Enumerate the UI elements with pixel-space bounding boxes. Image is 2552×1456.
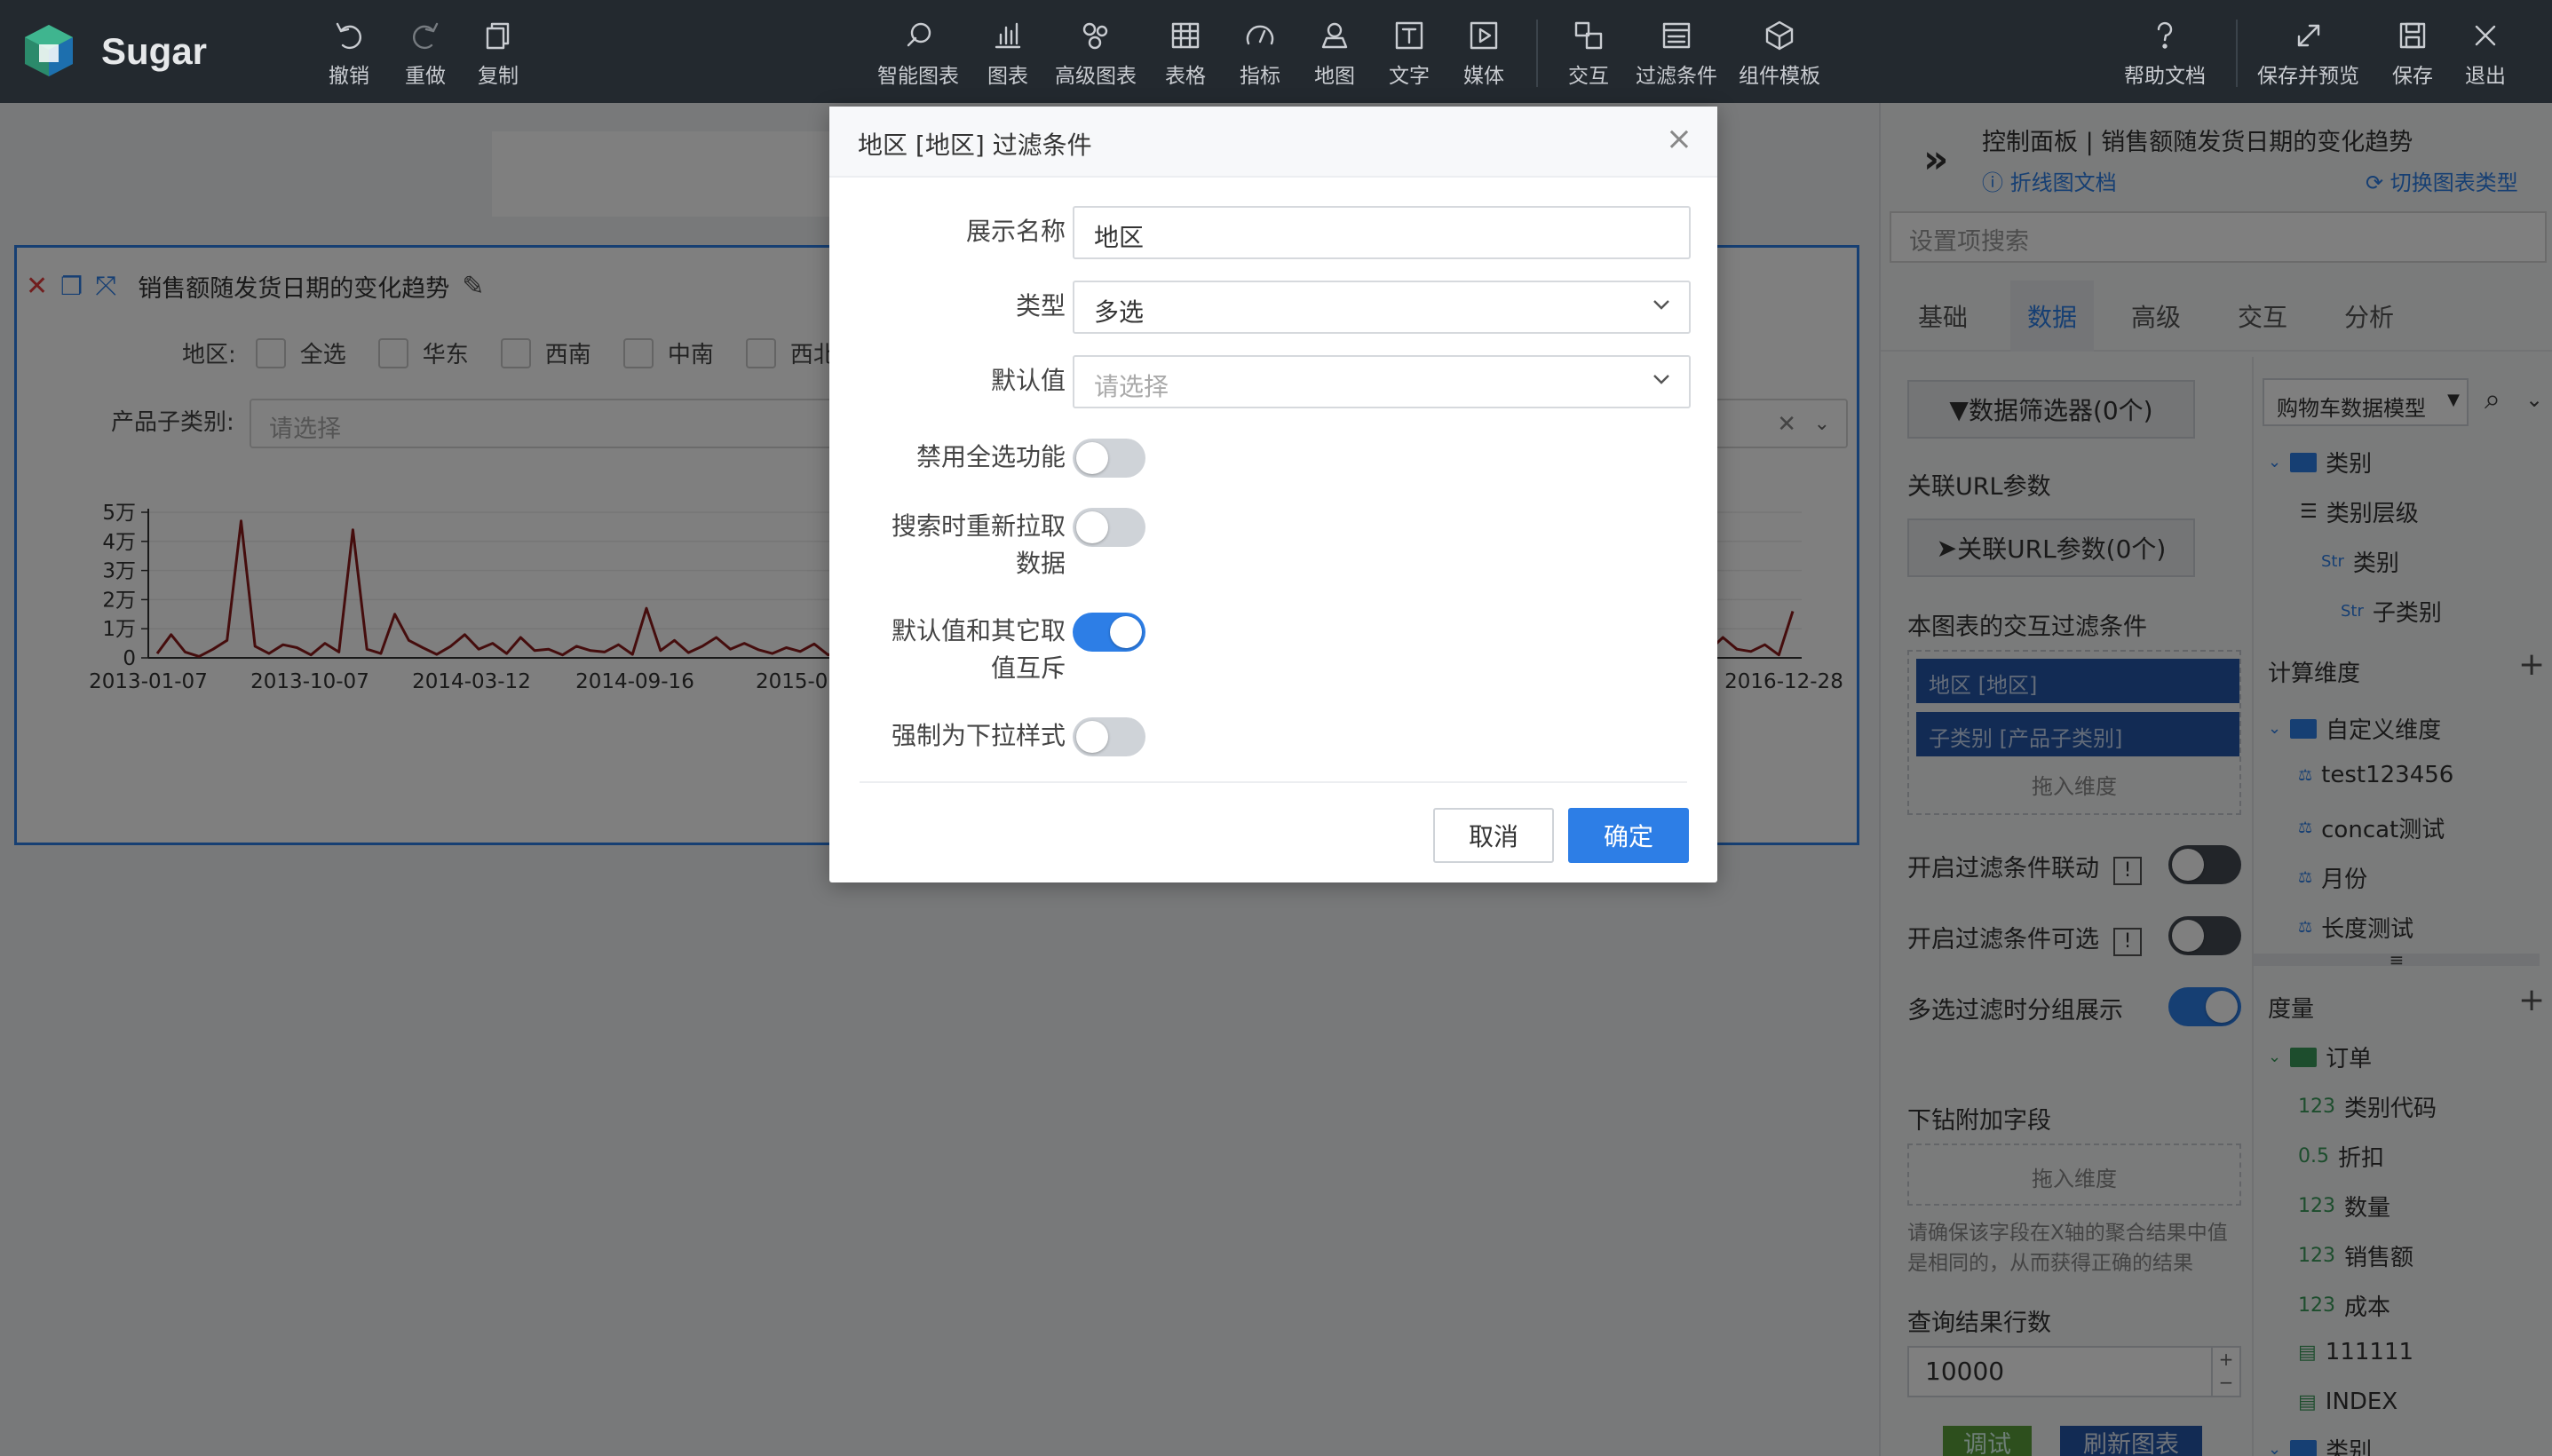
filter-list-icon: [1657, 16, 1696, 55]
dialog-header: 地区 [地区] 过滤条件 ×: [829, 107, 1717, 178]
undo-icon: [329, 16, 369, 55]
top-toolbar: Sugar 撤销 重做 复制 智能图表 图表 高级图表 表格 指标 地图 文字: [0, 0, 2552, 103]
text-icon: [1390, 16, 1429, 55]
copy-button[interactable]: 复制: [478, 16, 519, 92]
filter-button[interactable]: 过滤条件: [1636, 16, 1717, 92]
disable-select-all-toggle[interactable]: [1073, 439, 1145, 478]
brand-name: Sugar: [101, 30, 208, 72]
dialog-title: 地区 [地区] 过滤条件: [858, 131, 1092, 160]
default-value-select[interactable]: 请选择: [1073, 355, 1691, 408]
expand-icon: [2289, 16, 2328, 55]
redo-icon: [406, 16, 445, 55]
interaction-button[interactable]: 交互: [1568, 16, 1609, 92]
cancel-button[interactable]: 取消: [1433, 808, 1554, 863]
interaction-icon: [1569, 16, 1608, 55]
dialog-divider: [860, 781, 1687, 783]
map-pin-icon: [1315, 16, 1354, 55]
disable-select-all-label: 禁用全选功能: [915, 442, 1066, 471]
force-dropdown-toggle[interactable]: [1073, 717, 1145, 756]
save-button[interactable]: 保存: [2392, 16, 2433, 92]
undo-button[interactable]: 撤销: [329, 16, 369, 92]
component-template-button[interactable]: 组件模板: [1739, 16, 1820, 92]
toolbar-separator: [1536, 20, 1538, 87]
text-button[interactable]: 文字: [1389, 16, 1430, 92]
smart-chart-icon: [899, 16, 938, 55]
chevron-down-icon: [1653, 375, 1669, 384]
cube-icon: [1760, 16, 1799, 55]
save-icon: [2393, 16, 2432, 55]
close-icon: [2466, 16, 2505, 55]
bar-chart-icon: [988, 16, 1027, 55]
table-icon: [1166, 16, 1205, 55]
chevron-down-icon: [1653, 300, 1669, 310]
media-button[interactable]: 媒体: [1463, 16, 1504, 92]
question-icon: [2145, 16, 2184, 55]
table-button[interactable]: 表格: [1165, 16, 1206, 92]
default-value-label: 默认值: [990, 366, 1066, 395]
toolbar-separator: [2236, 20, 2238, 87]
help-doc-button[interactable]: 帮助文档: [2124, 16, 2206, 92]
copy-icon: [479, 16, 518, 55]
chart-button[interactable]: 图表: [987, 16, 1028, 92]
redo-button[interactable]: 重做: [405, 16, 446, 92]
gauge-icon: [1240, 16, 1280, 55]
filter-settings-dialog: 地区 [地区] 过滤条件 × 展示名称 地区 类型 多选 默认值 请选择 禁用全…: [829, 107, 1717, 882]
refetch-on-search-label: 搜索时重新拉取 数据: [891, 511, 1066, 578]
save-preview-button[interactable]: 保存并预览: [2257, 16, 2359, 92]
close-icon[interactable]: ×: [1666, 121, 1692, 157]
exit-button[interactable]: 退出: [2465, 16, 2506, 92]
mutual-exclusive-toggle[interactable]: [1073, 613, 1145, 652]
type-select[interactable]: 多选: [1073, 281, 1691, 334]
force-dropdown-label: 强制为下拉样式: [891, 721, 1066, 750]
advanced-chart-button[interactable]: 高级图表: [1055, 16, 1137, 92]
map-button[interactable]: 地图: [1314, 16, 1355, 92]
type-label: 类型: [1015, 291, 1066, 320]
smart-chart-button[interactable]: 智能图表: [877, 16, 959, 92]
play-icon: [1464, 16, 1503, 55]
indicator-button[interactable]: 指标: [1240, 16, 1280, 92]
confirm-button[interactable]: 确定: [1568, 808, 1689, 863]
display-name-label: 展示名称: [965, 217, 1066, 246]
mutual-exclusive-label: 默认值和其它取 值互斥: [891, 616, 1066, 683]
advanced-chart-icon: [1076, 16, 1115, 55]
refetch-on-search-toggle[interactable]: [1073, 508, 1145, 547]
display-name-input[interactable]: 地区: [1073, 206, 1691, 259]
sugar-logo-icon: [25, 25, 73, 76]
